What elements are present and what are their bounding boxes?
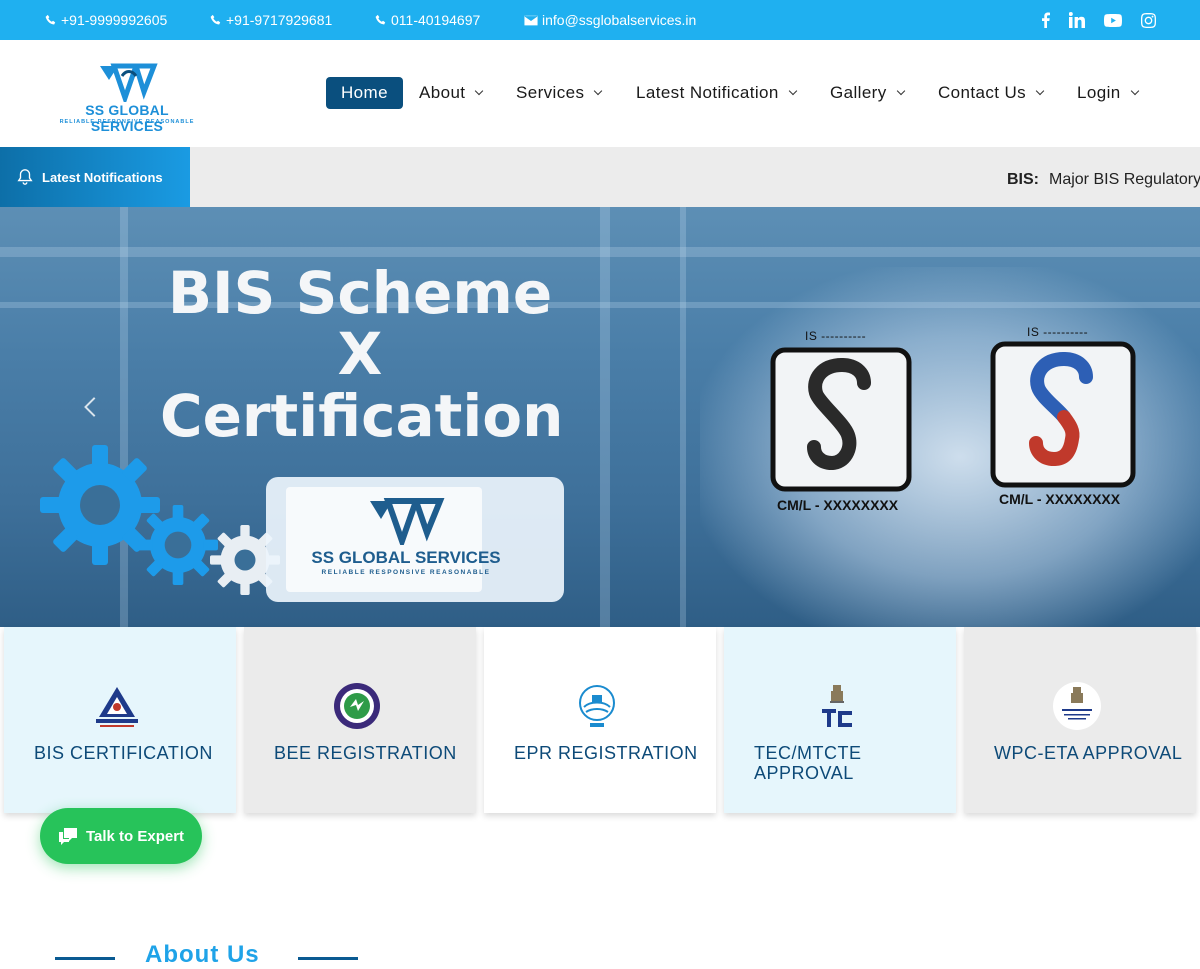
- phone-contact-3[interactable]: 011-40194697: [375, 12, 480, 28]
- talk-to-expert-button[interactable]: Talk to Expert: [40, 808, 202, 864]
- factory-pillar: [600, 207, 610, 627]
- notification-strip: Latest Notifications BIS: Major BIS Regul…: [0, 147, 1200, 207]
- service-card-title: EPR REGISTRATION: [514, 743, 698, 763]
- phone-contact-1[interactable]: +91-9999992605: [45, 12, 167, 28]
- logo-brand-text: SS GLOBAL SERVICES: [85, 102, 169, 134]
- latest-notifications-label: Latest Notifications: [0, 147, 190, 207]
- youtube-icon[interactable]: [1103, 10, 1123, 30]
- wpc-logo-icon: [1053, 682, 1101, 730]
- nav-services-label: Services: [516, 83, 585, 102]
- nav-contact-label: Contact Us: [938, 83, 1027, 102]
- site-logo[interactable]: SS GLOBAL SERVICES RELIABLE RESPONSIVE R…: [52, 62, 202, 134]
- bis-logo-icon: [96, 687, 138, 727]
- cpcb-logo-icon: [579, 685, 615, 727]
- instagram-icon[interactable]: [1138, 10, 1158, 30]
- nav-about-label: About: [419, 83, 466, 102]
- hero-title-line1: BIS Scheme: [167, 259, 553, 327]
- nav-gallery-label: Gallery: [830, 83, 887, 102]
- nav-login[interactable]: Login: [1077, 77, 1139, 109]
- bell-icon: [17, 169, 33, 185]
- phone-contact-2[interactable]: +91-9717929681: [210, 12, 332, 28]
- service-card-title: WPC-ETA APPROVAL: [994, 743, 1183, 763]
- bee-logo-icon: [334, 683, 380, 729]
- about-us-heading: About Us: [145, 941, 260, 968]
- nav-services[interactable]: Services: [516, 77, 603, 109]
- phone-icon: [210, 14, 221, 25]
- chat-icon: [58, 828, 77, 845]
- site-header: SS GLOBAL SERVICES RELIABLE RESPONSIVE R…: [0, 40, 1200, 147]
- talk-to-expert-label: Talk to Expert: [85, 827, 185, 845]
- isi-mark-is-label: IS ----------: [1027, 325, 1089, 339]
- chevron-down-icon: [475, 86, 484, 96]
- email-address: info@ssglobalservices.in: [542, 12, 697, 28]
- hero-title-line2: X: [337, 320, 383, 388]
- isi-mark-color: IS ---------- CM/L - XXXXXXXX: [985, 321, 1155, 511]
- slider-prev-arrow[interactable]: [84, 397, 104, 417]
- facebook-icon[interactable]: [1035, 10, 1055, 30]
- nav-about[interactable]: About: [419, 77, 484, 109]
- mail-icon: [524, 14, 538, 26]
- hero-slider: BIS Scheme X Certification SS GLOBAL SER…: [0, 207, 1200, 627]
- ticker-text: Major BIS Regulatory: [1049, 171, 1200, 188]
- chevron-down-icon: [594, 86, 603, 96]
- phone-number-1: +91-9999992605: [61, 12, 168, 28]
- nav-gallery[interactable]: Gallery: [830, 77, 905, 109]
- service-card-bis[interactable]: BIS CERTIFICATION: [4, 627, 236, 813]
- isi-mark-cml-label: CM/L - XXXXXXXX: [777, 497, 899, 513]
- service-card-title: BIS CERTIFICATION: [34, 743, 213, 763]
- chevron-down-icon: [1035, 86, 1045, 96]
- hero-card-tagline: RELIABLE RESPONSIVE REASONABLE: [321, 569, 491, 576]
- nav-latest-notification[interactable]: Latest Notification: [636, 77, 797, 109]
- nav-home[interactable]: Home: [326, 77, 403, 109]
- isi-mark-icon: [770, 347, 912, 492]
- nav-latest-label: Latest Notification: [636, 83, 779, 102]
- ticker-tag: BIS:: [1007, 171, 1039, 188]
- tec-logo-icon: [822, 685, 852, 727]
- latest-notifications-text: Latest Notifications: [42, 169, 163, 185]
- top-contact-bar: +91-9999992605 +91-9717929681 011-401946…: [0, 0, 1200, 40]
- logo-tagline: RELIABLE RESPONSIVE REASONABLE: [59, 119, 195, 125]
- phone-number-2: +91-9717929681: [226, 12, 333, 28]
- service-card-bee[interactable]: BEE REGISTRATION: [244, 627, 476, 813]
- linkedin-icon[interactable]: [1067, 10, 1087, 30]
- phone-icon: [45, 14, 56, 25]
- nav-contact-us[interactable]: Contact Us: [938, 77, 1045, 109]
- service-card-tec[interactable]: TEC/MTCTE APPROVAL: [724, 627, 956, 813]
- service-card-wpc[interactable]: WPC-ETA APPROVAL: [964, 627, 1196, 813]
- service-card-epr[interactable]: EPR REGISTRATION: [484, 627, 716, 813]
- phone-icon: [375, 14, 386, 25]
- phone-number-3: 011-40194697: [391, 12, 481, 28]
- ssg-logo-mark: [100, 63, 158, 106]
- nav-home-label: Home: [341, 83, 388, 102]
- isi-mark-icon: [990, 341, 1136, 488]
- hero-title-line3: Certification: [160, 382, 564, 450]
- chevron-down-icon: [1130, 86, 1139, 96]
- gear-icon: [138, 505, 218, 585]
- isi-mark-black: IS ---------- CM/L - XXXXXXXX: [765, 325, 925, 515]
- email-contact[interactable]: info@ssglobalservices.in: [524, 12, 696, 28]
- service-card-title: TEC/MTCTE APPROVAL: [754, 743, 862, 783]
- chevron-down-icon: [788, 86, 797, 96]
- nav-login-label: Login: [1077, 83, 1121, 102]
- isi-mark-cml-label: CM/L - XXXXXXXX: [999, 491, 1121, 507]
- service-card-title: BEE REGISTRATION: [274, 743, 457, 763]
- notification-ticker[interactable]: BIS: Major BIS Regulatory: [1007, 171, 1200, 189]
- factory-pillar: [680, 207, 686, 627]
- hero-logo-card: SS GLOBAL SERVICES RELIABLE RESPONSIVE R…: [266, 477, 564, 602]
- isi-mark-is-label: IS ----------: [805, 329, 867, 343]
- chevron-down-icon: [896, 86, 905, 96]
- hero-card-brand: SS GLOBAL SERVICES: [311, 548, 501, 567]
- ssg-logo-mark: [370, 498, 445, 545]
